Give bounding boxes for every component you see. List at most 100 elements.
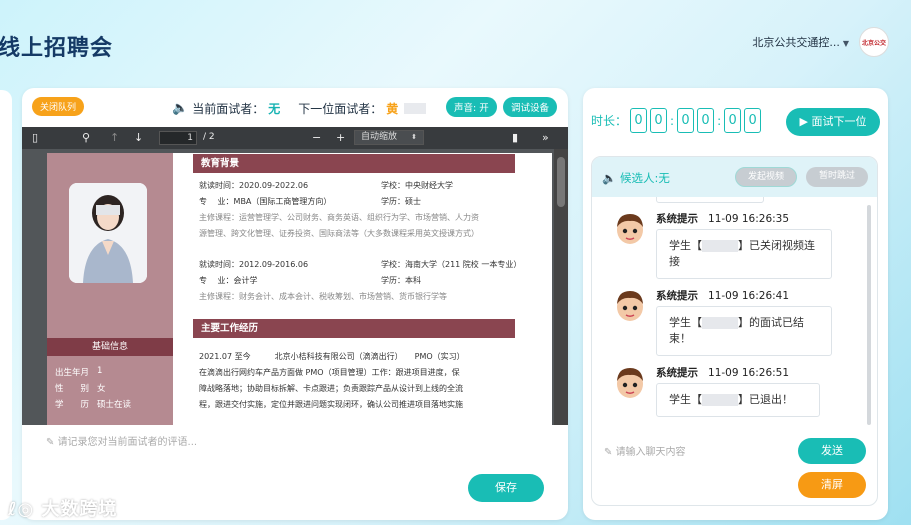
message-text-prefix: 学生【 <box>669 239 702 252</box>
chat-scrollbar[interactable] <box>867 205 871 425</box>
birth-row: 出生年月 1 <box>55 366 102 378</box>
message-sender: 系统提示 <box>656 290 698 302</box>
timer-digit: 0 <box>744 108 762 133</box>
timer-digit: 0 <box>724 108 742 133</box>
pencil-icon: ✎ <box>46 437 58 448</box>
comment-placeholder[interactable]: 请记录您对当前面试者的评语... <box>58 437 198 448</box>
candidate-status: 🔈 候选人:无 <box>602 170 670 186</box>
top-bar: 线上招聘会 北京公共交通控... ▼ 北京公交 <box>0 0 911 85</box>
resume-panel: 关闭队列 🔈 当前面试者： 无 下一位面试者： 黄 声音: 开 调试设备 ▯ ⚲… <box>22 88 568 520</box>
timer: 时长： 0 0 : 0 0 : 0 0 <box>591 108 762 133</box>
message-header: 系统提示 11-09 16:26:41 <box>656 288 789 303</box>
work1-line1: 在滴滴出行网约车产品方面做 PMO（项目管理）工作：跟进项目进度，保 <box>199 368 460 377</box>
timer-label: 时长： <box>591 114 628 128</box>
org-name[interactable]: 北京公共交通控... <box>752 36 840 49</box>
candidate-label: 候选人: <box>619 171 659 185</box>
arrow-up-icon[interactable]: ↑ <box>110 131 119 144</box>
page-number-input[interactable]: 1 <box>159 131 197 145</box>
bookmark-icon[interactable]: ▮ <box>512 131 518 144</box>
previous-message-bubble <box>656 197 764 203</box>
system-avatar-icon <box>617 214 643 244</box>
redacted-name <box>702 394 738 406</box>
more-tools-icon[interactable]: » <box>542 131 549 144</box>
degree-row: 学 历硕士在读 <box>55 398 131 410</box>
logo-text: 北京公交 <box>861 39 886 47</box>
zoom-in-icon[interactable]: + <box>336 131 345 144</box>
sidebar-toggle-icon[interactable]: ▯ <box>32 131 38 144</box>
chat-placeholder[interactable]: 请输入聊天内容 <box>616 447 686 458</box>
watermark: ℓ◎ 大数跨境 <box>8 495 117 521</box>
timer-digit: 0 <box>650 108 668 133</box>
work1-line2: 障战略落地；协助目标拆解、卡点跟进；负责跟踪产品从设计到上线的全流 <box>199 384 463 393</box>
current-interviewee-value: 无 <box>268 102 281 116</box>
edu1-degree: 学历：硕士 <box>381 197 421 206</box>
left-edge-panel <box>0 90 12 520</box>
system-avatar-icon <box>617 291 643 321</box>
redacted-name <box>702 240 738 252</box>
resume-sidebar: 基础信息 出生年月 1 性 别女 学 历硕士在读 <box>47 153 173 425</box>
zoom-select[interactable]: 自动缩放 ⬍ <box>354 130 424 145</box>
current-interviewee-label: 当前面试者： <box>192 102 265 116</box>
pause-skip-button[interactable]: 暂时跳过 <box>806 167 868 187</box>
birth-label: 出生年月 <box>55 368 90 378</box>
degree-value: 硕士在读 <box>97 400 132 410</box>
voice-toggle-button[interactable]: 声音: 开 <box>446 97 497 117</box>
org-selector[interactable]: 北京公共交通控... ▼ <box>752 34 849 50</box>
play-icon[interactable]: ▶ <box>800 115 812 128</box>
gender-value: 女 <box>97 384 106 394</box>
pdf-viewer[interactable]: 基础信息 出生年月 1 性 别女 学 历硕士在读 教育背景 就读时间：2020.0… <box>22 149 568 425</box>
next-interview-button[interactable]: ▶ 面试下一位 <box>786 108 880 136</box>
gender-row: 性 别女 <box>55 382 106 394</box>
timer-separator: : <box>717 113 722 128</box>
arrow-down-icon[interactable]: ↓ <box>134 131 143 144</box>
zoom-value[interactable]: 自动缩放 <box>361 132 397 142</box>
watermark-logo-icon: ℓ◎ <box>8 499 42 520</box>
message-header: 系统提示 11-09 16:26:51 <box>656 365 789 380</box>
gender-label: 性 别 <box>55 384 90 394</box>
edu2-courses: 主修课程：财务会计、成本会计、税收筹划、市场营销、货币银行学等 <box>199 292 447 301</box>
edu2-school: 学校：海南大学（211 院校 一本专业） <box>381 260 522 269</box>
clear-screen-button[interactable]: 清屏 <box>798 472 866 498</box>
speaker-icon: 🔈 <box>602 171 620 185</box>
chat-header: 🔈 候选人:无 发起视频 暂时跳过 <box>592 157 877 197</box>
watermark-text: 大数跨境 <box>41 499 118 520</box>
message-time: 11-09 16:26:51 <box>708 367 790 379</box>
next-interviewee-label: 下一位面试者： <box>298 102 383 116</box>
zoom-out-icon[interactable]: − <box>312 131 321 144</box>
search-icon[interactable]: ⚲ <box>82 131 90 144</box>
pdf-scroll-thumb[interactable] <box>557 157 565 207</box>
message-bubble: 学生【 】已关闭视频连接 <box>656 229 832 279</box>
work1-line3: 程，跟进交付实施，定位并跟进问题实现闭环，确认公司推进项目落地实施 <box>199 400 463 409</box>
candidate-value: 无 <box>658 171 670 185</box>
comment-input[interactable]: ✎ 请记录您对当前面试者的评语... <box>46 433 197 448</box>
edu2-degree: 学历：本科 <box>381 276 421 285</box>
birth-value: 1 <box>97 366 103 376</box>
education-header: 教育背景 <box>193 154 515 173</box>
basic-info-header: 基础信息 <box>47 338 173 356</box>
edu1-major: 专 业：MBA（国际工商管理方向） <box>199 197 332 206</box>
message-text-prefix: 学生【 <box>669 316 702 329</box>
message-sender: 系统提示 <box>656 367 698 379</box>
candidate-photo <box>69 183 147 283</box>
org-logo: 北京公交 <box>859 27 889 57</box>
save-button[interactable]: 保存 <box>468 474 544 502</box>
edu1-courses-2: 源管理、跨文化管理、证券投资、国际商法等（大多数课程采用英文授课方式） <box>199 229 479 238</box>
work-header: 主要工作经历 <box>193 319 515 338</box>
next-interview-label[interactable]: 面试下一位 <box>811 115 866 128</box>
pdf-scrollbar[interactable] <box>554 149 568 425</box>
timer-separator: : <box>670 113 675 128</box>
chevron-updown-icon[interactable]: ⬍ <box>411 131 417 144</box>
page-total: / 2 <box>203 132 215 142</box>
edu1-courses-1: 主修课程：运营管理学、公司财务、商务英语、组织行为学、市场营销、人力资 <box>199 213 479 222</box>
chevron-down-icon[interactable]: ▼ <box>843 39 849 48</box>
page-title: 线上招聘会 <box>0 36 114 61</box>
device-settings-button[interactable]: 调试设备 <box>503 97 558 117</box>
work1-title: 2021.07 至今 北京小桔科技有限公司（滴滴出行） PMO（实习） <box>199 352 465 361</box>
interviewee-status: 🔈 当前面试者： 无 下一位面试者： 黄 <box>172 100 427 117</box>
send-button[interactable]: 发送 <box>798 438 866 464</box>
chat-input[interactable]: ✎ 请输入聊天内容 <box>604 443 686 458</box>
edu1-school: 学校：中央财经大学 <box>381 181 453 190</box>
close-queue-button[interactable]: 关闭队列 <box>32 97 85 116</box>
start-video-button[interactable]: 发起视频 <box>735 167 797 187</box>
pencil-icon: ✎ <box>604 447 616 458</box>
